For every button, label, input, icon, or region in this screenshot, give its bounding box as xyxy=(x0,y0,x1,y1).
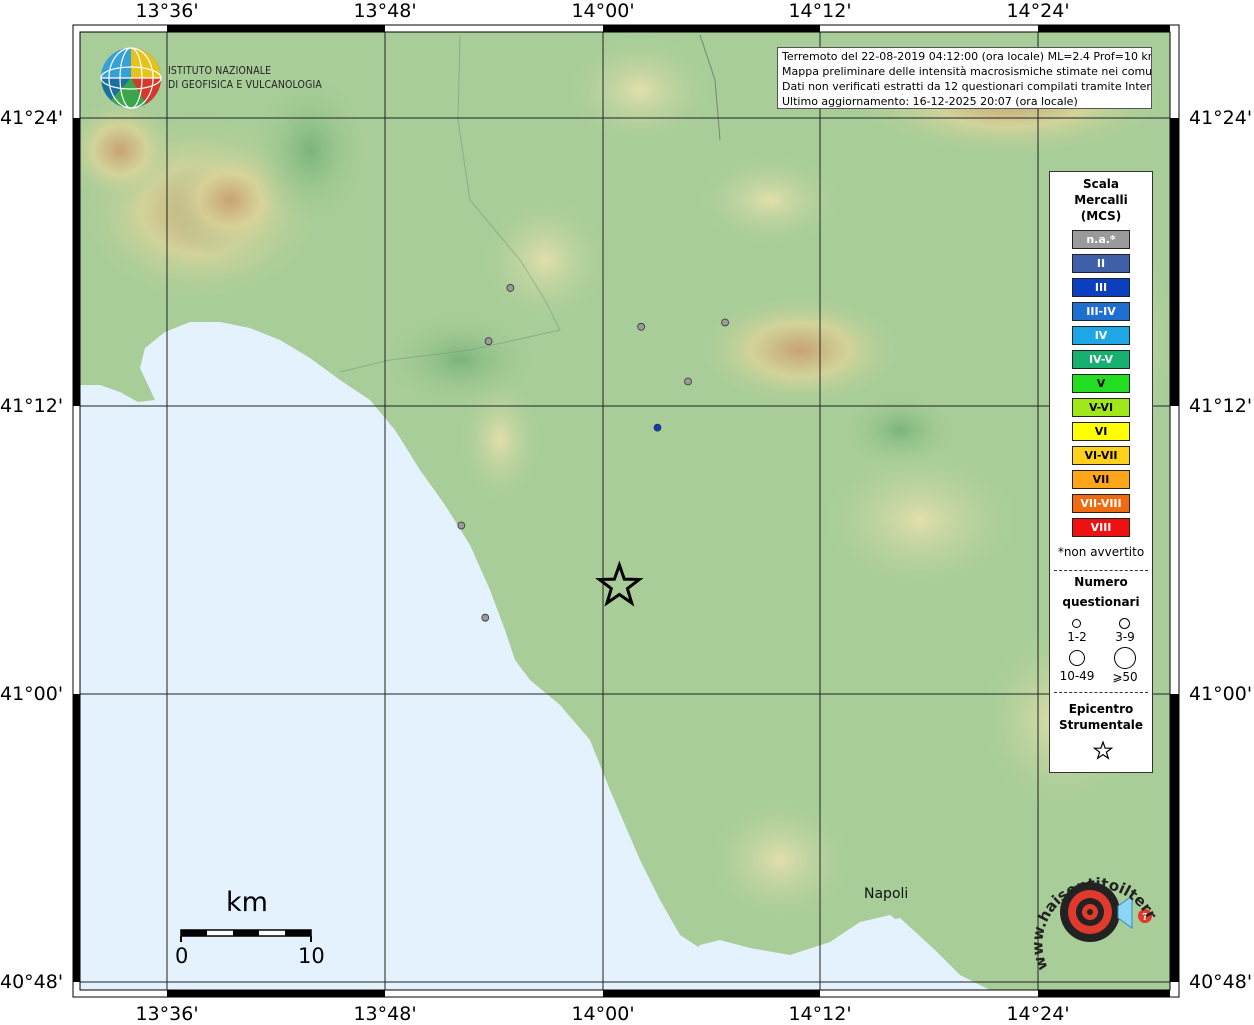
lon-label-bottom: 13°48' xyxy=(353,1003,417,1025)
relief xyxy=(380,310,540,410)
observation-point xyxy=(653,423,662,432)
lon-label-top: 14°12' xyxy=(788,0,852,22)
count-label: 1-2 xyxy=(1067,630,1087,644)
ingv-name: ISTITUTO NAZIONALE DI GEOFISICA E VULCAN… xyxy=(168,64,322,92)
relief xyxy=(690,290,910,410)
city-label-napoli: Napoli xyxy=(864,886,909,902)
legend-item-vii-viii: VII-VIII xyxy=(1072,494,1130,513)
haisentito-text: www.haisentitoilterremoto.it xyxy=(1030,850,1160,973)
lon-label-bottom: 14°24' xyxy=(1006,1003,1070,1025)
count-title: Numero xyxy=(1074,575,1128,589)
lon-label-top: 14°00' xyxy=(571,0,635,22)
lat-label-left: 41°12' xyxy=(0,395,64,417)
lat-label-right: 41°24' xyxy=(1189,107,1253,129)
scale-max: 10 xyxy=(298,944,325,968)
observation-point xyxy=(637,322,646,331)
count-circle-1-2 xyxy=(1072,619,1081,628)
relief xyxy=(560,32,720,150)
lat-label-left: 40°48' xyxy=(0,971,64,993)
count-label: 10-49 xyxy=(1059,669,1095,683)
legend-item-ii: II xyxy=(1072,254,1130,273)
event-info-line: Mappa preliminare delle intensità macros… xyxy=(782,65,1152,78)
observation-point xyxy=(481,613,490,622)
legend-item-na: n.a.* xyxy=(1072,230,1130,249)
legend-divider xyxy=(1054,570,1148,571)
observation-point xyxy=(506,284,515,292)
not-felt-note: *non avvertito xyxy=(1057,545,1145,559)
relief xyxy=(840,390,960,470)
lat-label-left: 41°24' xyxy=(0,107,64,129)
relief xyxy=(690,150,850,250)
legend-title: Scala xyxy=(1082,177,1120,191)
observation-point xyxy=(684,377,692,386)
observation-point xyxy=(721,318,729,327)
legend-item-iv: IV xyxy=(1072,326,1130,345)
legend-item-vii: VII xyxy=(1072,470,1130,489)
event-info-line: Ultimo aggiornamento: 16-12-2025 20:07 (… xyxy=(782,95,1078,108)
svg-text:www.haisentitoilterremoto.it: www.haisentitoilterremoto.it xyxy=(1030,850,1160,973)
count-label: ⩾50 xyxy=(1112,670,1138,684)
ingv-name-line2: DI GEOFISICA E VULCANOLOGIA xyxy=(168,78,323,91)
legend-item-v: V xyxy=(1072,374,1130,393)
legend-item-viii: VIII xyxy=(1072,518,1130,537)
relief xyxy=(475,190,615,330)
epicenter-title: Epicentro xyxy=(1068,702,1134,716)
star-icon xyxy=(1093,741,1113,760)
legend-item-iii-iv: III-IV xyxy=(1072,302,1130,321)
legend-item-vi: VI xyxy=(1072,422,1130,441)
observation-point xyxy=(457,521,466,530)
legend-item-v-vi: V-VI xyxy=(1072,398,1130,417)
haisentito-url: www.haisentitoilterremoto.it xyxy=(1030,850,1160,973)
count-circle-10-49 xyxy=(1069,650,1085,666)
lon-label-top: 13°36' xyxy=(135,0,199,22)
count-title: questionari xyxy=(1062,595,1140,609)
lon-label-bottom: 14°00' xyxy=(571,1003,635,1025)
lat-label-right: 41°12' xyxy=(1189,395,1253,417)
scale-unit: km xyxy=(226,887,268,918)
event-info-line: Terremoto del 22-08-2019 04:12:00 (ora l… xyxy=(782,50,1152,63)
legend: Scala Mercalli (MCS) n.a.* II III III-IV IV I… xyxy=(1049,171,1153,773)
lon-label-top: 13°48' xyxy=(353,0,417,22)
relief xyxy=(700,790,860,930)
ingv-logo xyxy=(100,47,162,109)
legend-item-iv-v: IV-V xyxy=(1072,350,1130,369)
count-circle-50 xyxy=(1114,647,1136,669)
legend-divider xyxy=(1054,692,1148,693)
lon-label-top: 14°24' xyxy=(1006,0,1070,22)
observation-point xyxy=(484,337,493,346)
ingv-name-line1: ISTITUTO NAZIONALE xyxy=(168,64,272,77)
event-info-box: Terremoto del 22-08-2019 04:12:00 (ora l… xyxy=(777,47,1152,109)
legend-title: Mercalli xyxy=(1074,193,1128,207)
lat-label-left: 41°00' xyxy=(0,683,64,705)
legend-item-iii: III xyxy=(1072,278,1130,297)
epicenter-title: Strumentale xyxy=(1058,718,1144,732)
lat-label-right: 40°48' xyxy=(1189,971,1253,993)
count-label: 3-9 xyxy=(1115,630,1135,644)
event-info-line: Dati non verificati estratti da 12 quest… xyxy=(782,80,1152,93)
lat-label-right: 41°00' xyxy=(1189,683,1253,705)
legend-title: (MCS) xyxy=(1080,209,1122,223)
relief xyxy=(250,70,370,230)
legend-item-vi-vii: VI-VII xyxy=(1072,446,1130,465)
lon-label-bottom: 13°36' xyxy=(135,1003,199,1025)
scale-min: 0 xyxy=(175,944,189,968)
lon-label-bottom: 14°12' xyxy=(788,1003,852,1025)
count-circle-3-9 xyxy=(1119,618,1130,629)
